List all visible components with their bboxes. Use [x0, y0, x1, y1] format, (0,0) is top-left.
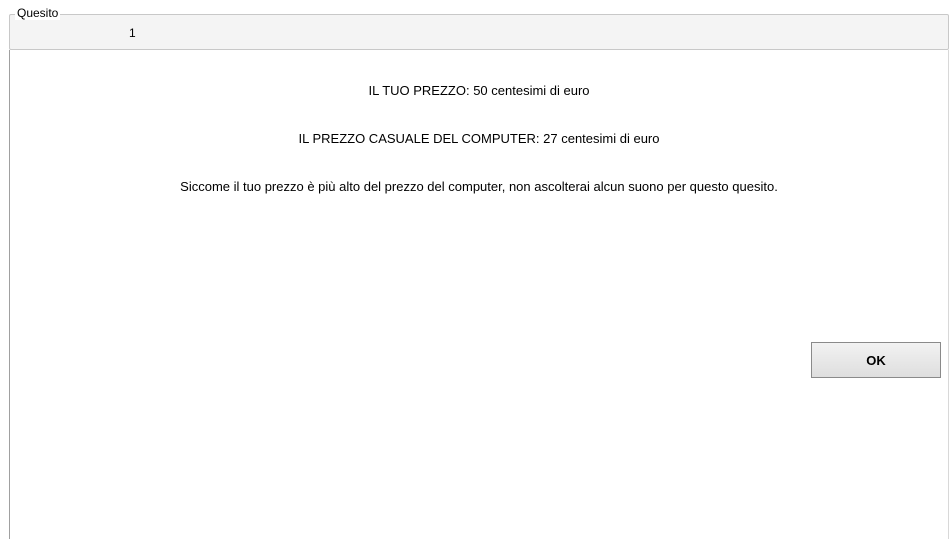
- your-price-text: IL TUO PREZZO: 50 centesimi di euro: [368, 83, 590, 98]
- question-groupbox-label: Quesito: [15, 6, 61, 20]
- computer-price-text: IL PREZZO CASUALE DEL COMPUTER: 27 cente…: [298, 131, 660, 146]
- question-number: 1: [129, 26, 136, 40]
- ok-button[interactable]: OK: [811, 342, 941, 378]
- result-message: Siccome il tuo prezzo è più alto del pre…: [180, 179, 778, 194]
- app-window: Quesito 1 IL TUO PREZZO: 50 centesimi di…: [0, 0, 951, 539]
- question-groupbox: [9, 14, 949, 50]
- result-panel: IL TUO PREZZO: 50 centesimi di euro IL P…: [9, 50, 949, 539]
